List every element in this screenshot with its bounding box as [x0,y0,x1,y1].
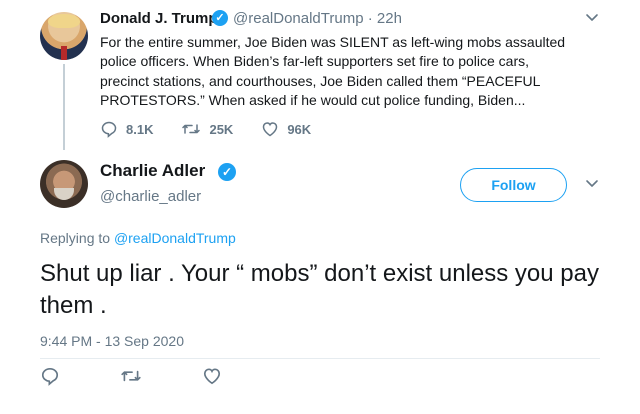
parent-action-row: 8.1K 25K 96K [100,120,339,138]
thread-connector-line [63,64,65,150]
parent-author-name[interactable]: Donald J. Trump [100,10,218,27]
verified-icon: ✓ [218,163,236,181]
retweet-button[interactable] [120,366,142,386]
reply-button[interactable] [40,366,60,386]
parent-retweet-count: 25K [209,121,234,137]
reply-icon [101,121,117,138]
parent-handle-and-age[interactable]: @realDonaldTrump · 22h [233,10,402,27]
like-icon [263,122,278,137]
parent-handle[interactable]: @realDonaldTrump [233,10,364,27]
replying-to-link[interactable]: @realDonaldTrump [114,230,236,246]
retweet-icon [121,370,141,382]
follow-button[interactable]: Follow [460,168,567,202]
avatar-beard [54,188,74,200]
reply-author-name[interactable]: Charlie Adler [100,161,205,181]
parent-tweet-text: For the entire summer, Joe Biden was SIL… [100,34,566,108]
chevron-down-icon[interactable] [582,175,602,195]
parent-reply-action[interactable]: 8.1K [100,120,153,138]
divider [40,358,600,359]
parent-like-action[interactable]: 96K [261,120,311,138]
parent-reply-count: 8.1K [126,121,154,137]
reply-tweet-text: Shut up liar . Your “ mobs” don’t exist … [40,260,599,319]
parent-like-count: 96K [287,121,312,137]
like-button[interactable] [202,366,222,386]
replying-prefix: Replying to [40,230,114,246]
reply-action-row [40,366,282,386]
reply-avatar[interactable] [40,160,88,208]
reply-handle[interactable]: @charlie_adler [100,188,201,205]
like-icon [203,368,221,385]
avatar-hair [48,14,80,28]
retweet-icon [182,124,201,134]
parent-retweet-action[interactable]: 25K [181,120,233,138]
replying-to-line: Replying to @realDonaldTrump [40,230,236,246]
reply-timestamp[interactable]: 9:44 PM - 13 Sep 2020 [40,333,184,349]
chevron-down-icon[interactable] [582,9,602,29]
verified-icon: ✓ [212,10,228,26]
parent-separator: · [363,10,377,27]
avatar-tie [61,46,67,60]
reply-icon [41,367,59,386]
parent-age[interactable]: 22h [377,10,402,27]
parent-avatar[interactable] [40,12,88,60]
